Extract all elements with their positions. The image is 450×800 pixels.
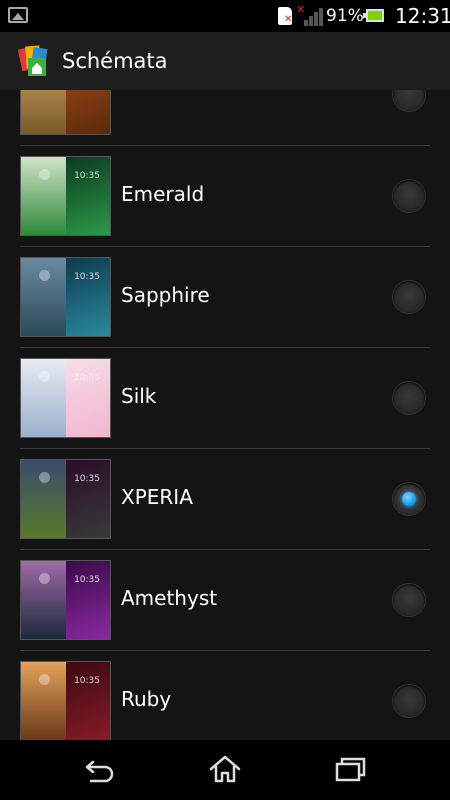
- theme-name: Emerald: [121, 182, 205, 206]
- thumbnail-time: 10:35: [74, 272, 100, 282]
- gallery-icon: [8, 7, 28, 23]
- theme-thumbnail: 10:35: [20, 257, 111, 337]
- theme-list-item[interactable]: 10:35 Sapphire: [0, 247, 450, 348]
- theme-list-item[interactable]: 10:35 Ruby: [0, 651, 450, 740]
- theme-list-item[interactable]: 10:35 Amethyst: [0, 550, 450, 651]
- lock-icon: [39, 169, 50, 180]
- theme-list-item[interactable]: 10:35 XPERIA: [0, 449, 450, 550]
- theme-list-item[interactable]: 10:35 Emerald: [0, 146, 450, 247]
- theme-radio-button[interactable]: [393, 281, 425, 313]
- thumbnail-time: 10:35: [74, 171, 100, 181]
- lock-icon: [39, 270, 50, 281]
- navigation-bar: [0, 740, 450, 800]
- thumbnail-time: 10:35: [74, 575, 100, 585]
- theme-thumbnail: [20, 90, 111, 135]
- status-bar: ✕ 91% 12:31: [0, 0, 450, 32]
- theme-list-item[interactable]: [0, 90, 450, 146]
- action-bar: Schémata: [0, 32, 450, 91]
- theme-radio-button[interactable]: [393, 685, 425, 717]
- lock-icon: [39, 371, 50, 382]
- themes-app-icon[interactable]: [18, 44, 54, 78]
- battery-percent: 91%: [326, 6, 364, 26]
- theme-name: XPERIA: [121, 485, 193, 509]
- theme-radio-button[interactable]: [393, 90, 425, 111]
- signal-no-service-icon: ✕: [296, 3, 323, 26]
- thumbnail-time: 10:35: [74, 373, 100, 383]
- theme-thumbnail: 10:35: [20, 459, 111, 539]
- sim-missing-icon: [278, 7, 292, 25]
- lock-icon: [39, 573, 50, 584]
- theme-radio-button[interactable]: [393, 382, 425, 414]
- theme-name: Ruby: [121, 687, 172, 711]
- theme-name: Sapphire: [121, 283, 210, 307]
- theme-thumbnail: 10:35: [20, 560, 111, 640]
- radio-selected-dot: [402, 492, 416, 506]
- theme-list[interactable]: 10:35 Emerald 10:35 Sapphire 10:35 Silk 10:35 X…: [0, 90, 450, 740]
- theme-thumbnail: 10:35: [20, 358, 111, 438]
- page-title: Schémata: [62, 49, 168, 73]
- theme-radio-button[interactable]: [393, 584, 425, 616]
- theme-name: Silk: [121, 384, 157, 408]
- lock-icon: [39, 472, 50, 483]
- theme-thumbnail: 10:35: [20, 661, 111, 740]
- clock: 12:31: [395, 4, 450, 28]
- theme-radio-button[interactable]: [393, 180, 425, 212]
- theme-thumbnail: 10:35: [20, 156, 111, 236]
- lock-icon: [39, 674, 50, 685]
- thumbnail-time: 10:35: [74, 676, 100, 686]
- recent-apps-icon[interactable]: [333, 754, 367, 784]
- theme-list-item[interactable]: 10:35 Silk: [0, 348, 450, 449]
- home-icon[interactable]: [208, 754, 242, 784]
- battery-icon: [363, 9, 384, 22]
- theme-radio-button[interactable]: [393, 483, 425, 515]
- theme-name: Amethyst: [121, 586, 218, 610]
- back-icon[interactable]: [83, 754, 117, 784]
- thumbnail-time: 10:35: [74, 474, 100, 484]
